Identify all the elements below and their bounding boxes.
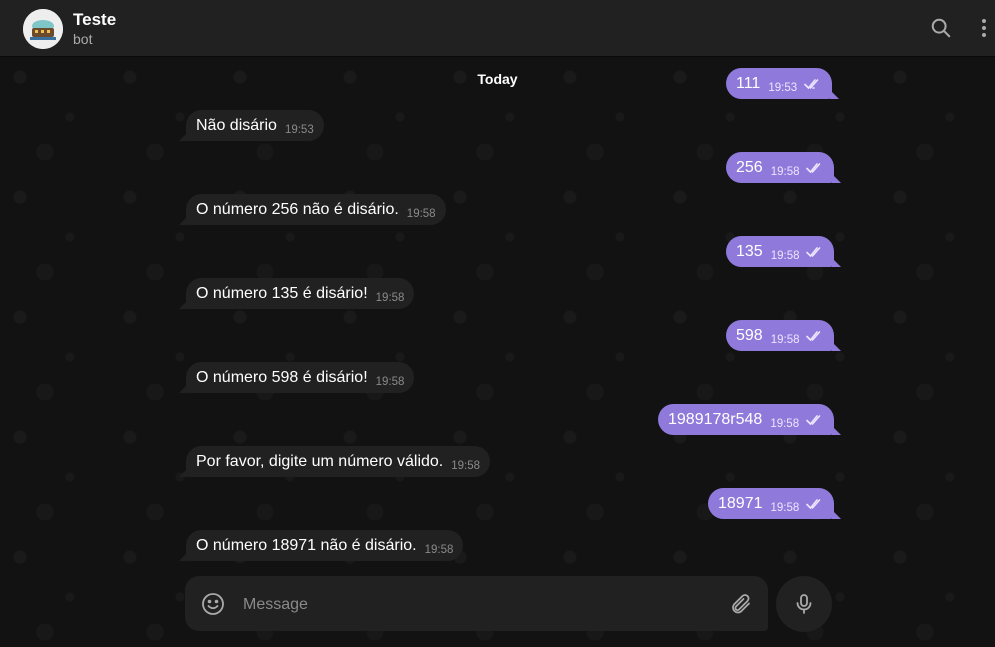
message-text: Por favor, digite um número válido. (196, 453, 444, 470)
message-text: O número 135 é disário! (196, 285, 368, 302)
message-outgoing[interactable]: 111 19:53 (726, 68, 839, 101)
message-time: 19:53 (768, 82, 798, 94)
message-text: 256 (736, 159, 763, 176)
message-incoming[interactable]: Não disário 19:53 (179, 110, 324, 141)
message-outgoing[interactable]: 18971 19:58 (708, 488, 841, 521)
message-text: 111 (736, 75, 761, 92)
smile-icon[interactable] (201, 592, 225, 616)
message-incoming[interactable]: O número 256 não é disário. 19:58 (179, 194, 446, 225)
message-time: 19:58 (770, 250, 800, 262)
message-time: 19:58 (424, 544, 454, 556)
message-text: 598 (736, 327, 763, 344)
message-text: 18971 (718, 495, 763, 512)
message-outgoing[interactable]: 135 19:58 (726, 236, 841, 269)
double-check-icon (806, 238, 824, 269)
message-list[interactable]: Today 111 19:53 Não disário 19:53 256 19:58… (0, 57, 995, 647)
chat-status: bot (73, 31, 93, 47)
message-outgoing[interactable]: 1989178r548 19:58 (658, 404, 841, 437)
message-incoming[interactable]: O número 598 é disário! 19:58 (178, 362, 415, 393)
double-check-icon (806, 322, 824, 353)
message-time: 19:58 (770, 502, 800, 514)
paperclip-icon[interactable] (729, 592, 753, 616)
message-text: O número 256 não é disário. (196, 201, 399, 218)
message-text: O número 598 é disário! (196, 369, 368, 386)
search-icon[interactable] (928, 15, 954, 41)
microphone-icon[interactable] (776, 576, 832, 632)
message-incoming[interactable]: Por favor, digite um número válido. 19:58 (178, 446, 491, 477)
chat-title[interactable]: Teste (73, 10, 116, 30)
message-text: 1989178r548 (668, 411, 763, 428)
bot-avatar[interactable] (23, 9, 63, 49)
message-time: 19:58 (770, 334, 800, 346)
message-time: 19:58 (451, 460, 481, 472)
more-vertical-icon[interactable] (971, 15, 995, 41)
double-check-icon (805, 490, 824, 521)
message-time: 19:58 (770, 166, 800, 178)
message-text: O número 18971 não é disário. (196, 537, 417, 554)
message-text: Não disário (196, 117, 277, 134)
message-time: 19:58 (406, 208, 436, 220)
message-text: 135 (736, 243, 763, 260)
message-time: 19:58 (375, 376, 405, 388)
message-outgoing[interactable]: 598 19:58 (726, 320, 841, 353)
message-composer (185, 576, 768, 631)
double-check-icon (803, 70, 822, 101)
message-incoming[interactable]: O número 18971 não é disário. 19:58 (178, 530, 464, 561)
message-input[interactable] (241, 588, 705, 621)
chat-header: Teste bot (0, 0, 995, 57)
message-time: 19:58 (375, 292, 405, 304)
message-time: 19:58 (770, 418, 800, 430)
double-check-icon (806, 154, 824, 185)
date-divider: Today (477, 71, 518, 87)
double-check-icon (805, 406, 824, 437)
message-outgoing[interactable]: 256 19:58 (726, 152, 841, 185)
message-time: 19:53 (284, 124, 314, 136)
message-incoming[interactable]: O número 135 é disário! 19:58 (178, 278, 415, 309)
